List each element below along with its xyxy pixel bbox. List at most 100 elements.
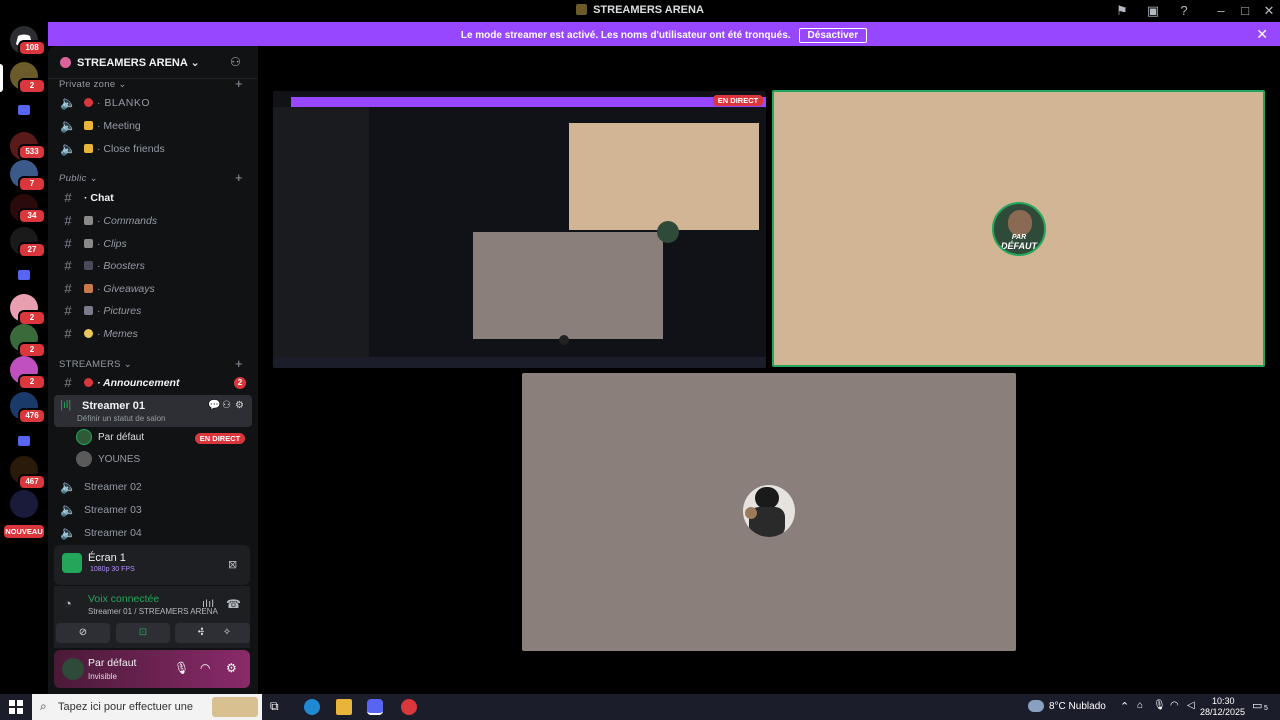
nested-sidebar [273,107,369,362]
nested-avatar [657,221,679,243]
category-label: Private zone [59,79,116,90]
category-private[interactable]: Private zone ⌄ [59,79,127,90]
avatar [76,429,92,445]
notification-icon[interactable]: ▭ [1252,699,1262,712]
taskbar-search[interactable]: ⌕ Tapez ici pour effectuer une [32,694,262,720]
share-screen-button[interactable]: ⊡ [116,623,170,643]
edge-icon[interactable] [304,699,320,715]
weather-text[interactable]: 8°C Nublado [1049,701,1106,712]
wifi-icon[interactable]: ◠ [1170,700,1179,711]
search-placeholder: Tapez ici pour effectuer une [58,701,193,713]
voice-status[interactable]: Voix connectée [88,593,159,605]
channel-clips[interactable]: # · Clips [54,234,252,254]
channel-meeting[interactable]: 🔈 · Meeting [54,116,252,136]
chat-icon[interactable]: 💬 [208,400,220,411]
task-view-icon[interactable]: ⧉ [270,699,286,715]
screen-icon[interactable]: ▣ [1145,3,1161,19]
channel-name: Commands [103,215,158,227]
disable-button[interactable]: Désactiver [798,28,868,43]
channel-streamer-04[interactable]: 🔈 Streamer 04 [54,523,252,543]
close-icon[interactable]: ✕ [1256,26,1268,43]
channel-streamer-03[interactable]: 🔈 Streamer 03 [54,500,252,520]
channel-announcement[interactable]: # · Announcement 2 [54,373,252,393]
voice-user[interactable]: YOUNES [76,451,236,469]
channel-chat[interactable]: # · Chat [54,188,252,208]
channel-label: · Giveaways [84,283,155,295]
weather-icon [1028,700,1044,712]
channel-streamer-02[interactable]: 🔈 Streamer 02 [54,477,252,497]
channel-label: · Meeting [84,120,141,132]
folder-icon[interactable] [18,270,30,280]
live-badge: EN DIRECT [195,433,245,444]
channel-commands[interactable]: # · Commands [54,211,252,231]
add-channel-icon[interactable]: + [235,170,243,185]
screen-share-tile[interactable] [273,91,766,368]
channel-giveaways[interactable]: # · Giveaways [54,279,252,299]
close-window-icon[interactable]: ✕ [1261,3,1277,19]
clock-time[interactable]: 10:30 [1212,696,1235,706]
maximize-icon[interactable]: □ [1237,3,1253,19]
invite-icon[interactable]: ⚇ [222,400,231,411]
settings-gear-icon[interactable]: ⚙ [226,661,237,675]
windows-start-icon[interactable] [9,700,23,714]
chevron-up-icon[interactable]: ⌃ [1120,700,1129,713]
channel-streamer-01[interactable]: |ıl| Streamer 01 Définir un statut de sa… [54,395,252,427]
channel-pictures[interactable]: # · Pictures [54,301,252,321]
stop-share-icon[interactable]: ⊠ [228,558,237,571]
network-icon[interactable]: ⌂ [1137,700,1143,711]
title-bar: STREAMERS ARENA ⚑ ▣ ? – □ ✕ [0,0,1280,22]
signal-icon[interactable]: ◔ [64,596,72,611]
screen-icon [62,553,82,573]
camera-off-button[interactable]: ⊘ [56,623,110,643]
notification-count: 5 [1264,705,1268,712]
file-explorer-icon[interactable] [336,699,352,715]
search-highlight-image [212,697,258,717]
soundboard-button[interactable]: ✧ [204,623,250,643]
hash-icon: # [64,258,72,273]
category-streamers[interactable]: STREAMERS ⌄ [59,359,132,370]
add-channel-icon[interactable]: + [235,356,243,371]
volume-icon[interactable]: ◁ [1187,700,1195,711]
avatar-hair [755,487,779,509]
participant-tile[interactable] [522,373,1016,651]
avatar[interactable] [62,658,84,680]
channel-boosters[interactable]: # · Boosters [54,256,252,276]
voice-channel: Streamer 01 / STREAMERS ARENA [88,607,218,616]
mic-icon[interactable]: 🎙 [1153,700,1166,711]
search-icon: ⌕ [40,699,47,713]
participant-avatar: PAR DÉFAUT [992,202,1046,256]
minimize-icon[interactable]: – [1213,3,1229,19]
stream-quality: 1080p 30 FPS [90,566,135,573]
discord-icon[interactable] [367,699,383,715]
app-icon[interactable] [401,699,417,715]
channel-memes[interactable]: # · Memes [54,324,252,344]
user-status: Invisible [88,672,117,681]
headset-icon[interactable]: ◠ [200,661,210,675]
microphone-icon[interactable]: 🎙 [174,661,189,675]
inbox-icon[interactable]: ⚑ [1114,3,1130,19]
channel-name: Streamer 03 [84,504,142,516]
server-header[interactable]: STREAMERS ARENA ⌄ ⚇ [48,46,258,79]
noise-suppression-icon[interactable]: ıIıI [202,598,214,610]
channel-close-friends[interactable]: 🔈 · Close friends [54,139,252,159]
channel-label: · Commands [84,215,157,227]
channel-status[interactable]: Définir un statut de salon [77,414,166,423]
folder-icon[interactable] [18,436,30,446]
server-icon-10[interactable] [10,490,38,518]
category-public[interactable]: Public ⌄ [59,173,98,184]
screen-share-card: Écran 1 1080p 30 FPS ⊠ [54,545,250,585]
gear-icon[interactable]: ⚙ [235,400,244,411]
server-badge: 533 [18,144,46,160]
help-icon[interactable]: ? [1176,3,1192,19]
disconnect-icon[interactable]: ☎ [226,597,241,611]
channel-name: Streamer 04 [84,527,142,539]
nested-tile-grey [473,232,663,339]
add-user-icon[interactable]: ⚇ [230,55,241,69]
participant-tile-speaking[interactable]: PAR DÉFAUT [772,90,1265,367]
hash-icon: # [64,190,72,205]
clock-date[interactable]: 28/12/2025 [1200,707,1245,717]
add-channel-icon[interactable]: + [235,76,243,91]
folder-icon[interactable] [18,105,30,115]
channel-blanko[interactable]: 🔈 · BLANKO [54,93,252,113]
bottom-panel: Écran 1 1080p 30 FPS ⊠ ◔ Voix connectée … [54,545,250,688]
